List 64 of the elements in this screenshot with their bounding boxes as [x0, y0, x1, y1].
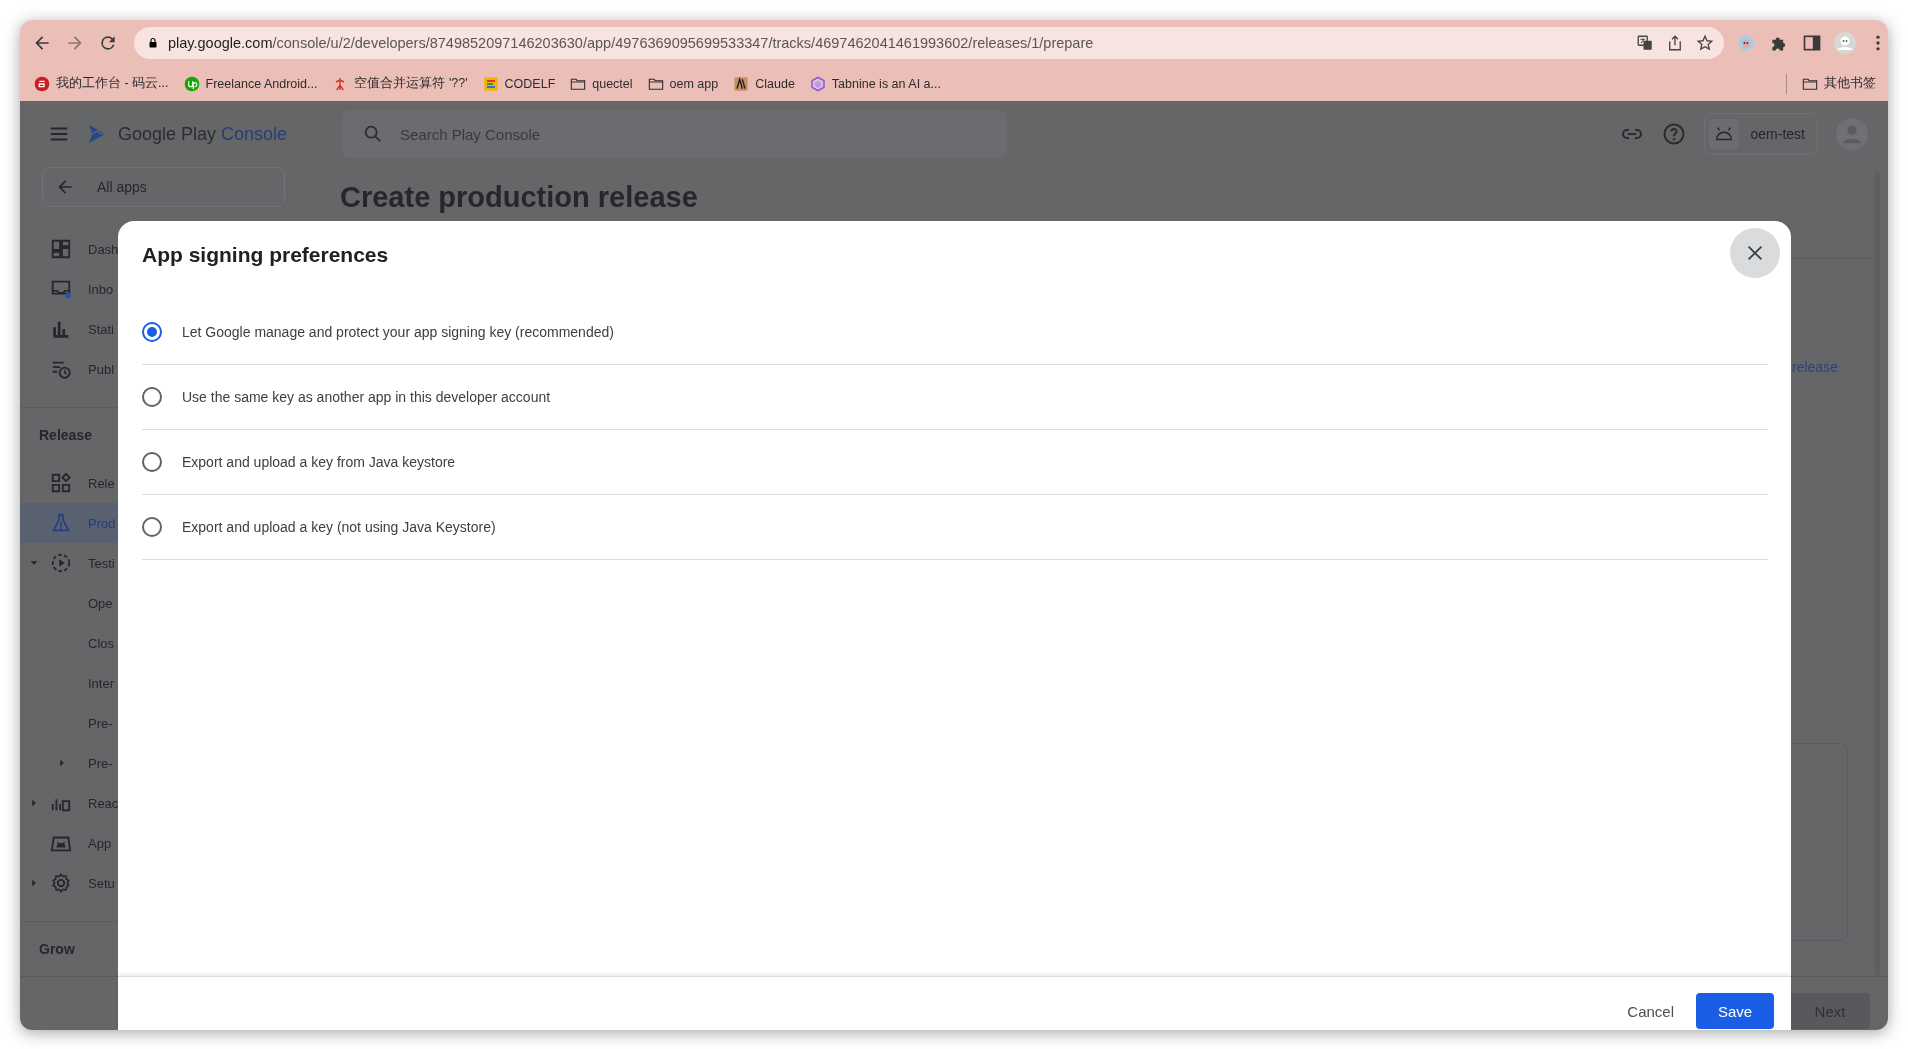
site-icon: [809, 75, 826, 92]
site-icon: [34, 75, 50, 92]
radio-button[interactable]: [142, 452, 162, 472]
cancel-button[interactable]: Cancel: [1619, 994, 1682, 1028]
reload-icon[interactable]: [98, 33, 118, 53]
all-apps-button[interactable]: All apps: [42, 167, 285, 207]
nav-item[interactable]: Ope: [20, 583, 118, 623]
star-icon[interactable]: [1696, 34, 1714, 52]
section-heading: Grow: [39, 941, 75, 957]
bookmark[interactable]: Tabnine is an AI a...: [809, 75, 941, 92]
link[interactable]: release: [1789, 359, 1871, 375]
option-label: Let Google manage and protect your app signing key (recommended): [182, 324, 614, 340]
grid-icon: [50, 472, 72, 494]
dashboard-icon: [50, 238, 72, 260]
bookmark[interactable]: 其他书签: [1802, 75, 1876, 92]
section-heading: Release: [39, 427, 92, 443]
dialog-title: App signing preferences: [142, 243, 389, 267]
bookmark[interactable]: 我的工作台 - 码云...: [34, 75, 169, 92]
inbox-icon: [50, 278, 72, 300]
nav-item[interactable]: App: [20, 823, 118, 863]
account-name: oem-test: [1750, 126, 1805, 142]
site-icon: [482, 75, 499, 92]
url-text: play.google.com/console/u/2/developers/8749852097146203630/app/4976369095699533347/tracks/4697462041461993602/releases/1/prepare: [168, 35, 1094, 51]
nav-item[interactable]: Stati: [20, 309, 118, 349]
option-label: Use the same key as another app in this developer account: [182, 389, 551, 405]
nav-item[interactable]: Rele: [20, 463, 118, 503]
nav-item[interactable]: Dash: [20, 229, 119, 269]
bookmark[interactable]: Freelance Android...: [183, 75, 318, 92]
side-panel-icon[interactable]: [1802, 33, 1822, 53]
search-icon: [362, 123, 384, 145]
nav-item[interactable]: Pre-: [20, 743, 118, 783]
bookmark[interactable]: Claude: [733, 75, 795, 92]
play-circle-icon: [50, 552, 72, 574]
nav-item[interactable]: Reac: [20, 783, 119, 823]
nav-item[interactable]: Clos: [20, 623, 118, 663]
bookmark[interactable]: CODELF: [482, 75, 556, 92]
flask-icon: [50, 512, 72, 534]
radio-button[interactable]: [142, 517, 162, 537]
settings-icon: [50, 872, 72, 894]
lock-icon: [147, 37, 159, 49]
bookmark[interactable]: quectel: [570, 75, 633, 92]
brand-name: Google Play Console: [118, 123, 288, 145]
save-button[interactable]: Save: [1696, 993, 1774, 1029]
share-icon[interactable]: [1666, 34, 1684, 52]
bookmark[interactable]: oem app: [647, 75, 719, 92]
nav-item[interactable]: Testi: [20, 543, 118, 583]
radio-button[interactable]: [142, 387, 162, 407]
option-label: Export and upload a key (not using Java Keystore): [182, 519, 496, 535]
translate-icon[interactable]: [1636, 34, 1654, 52]
option-label: Export and upload a key from Java keystore: [182, 454, 456, 470]
account-chip[interactable]: oem-test: [1703, 113, 1818, 155]
nav-item[interactable]: Pre-: [20, 703, 118, 743]
close-button[interactable]: [1730, 228, 1780, 278]
address-bar[interactable]: play.google.com/console/u/2/developers/8749852097146203630/app/4976369095699533347/tracks/4697462041461993602/releases/1/prepare: [134, 27, 1724, 59]
nav-item[interactable]: Publ: [20, 349, 118, 389]
site-icon: [733, 75, 750, 92]
nav-item[interactable]: Setu: [20, 863, 118, 903]
nav-item[interactable]: Inbo: [20, 269, 118, 309]
radio-button[interactable]: [142, 322, 162, 342]
nav-item[interactable]: Inter: [20, 663, 118, 703]
help-icon[interactable]: [1661, 122, 1686, 146]
page-title: Create production release: [340, 181, 699, 214]
bookmark[interactable]: 空值合并运算符 '??': [332, 75, 468, 92]
site-icon: [183, 75, 200, 92]
